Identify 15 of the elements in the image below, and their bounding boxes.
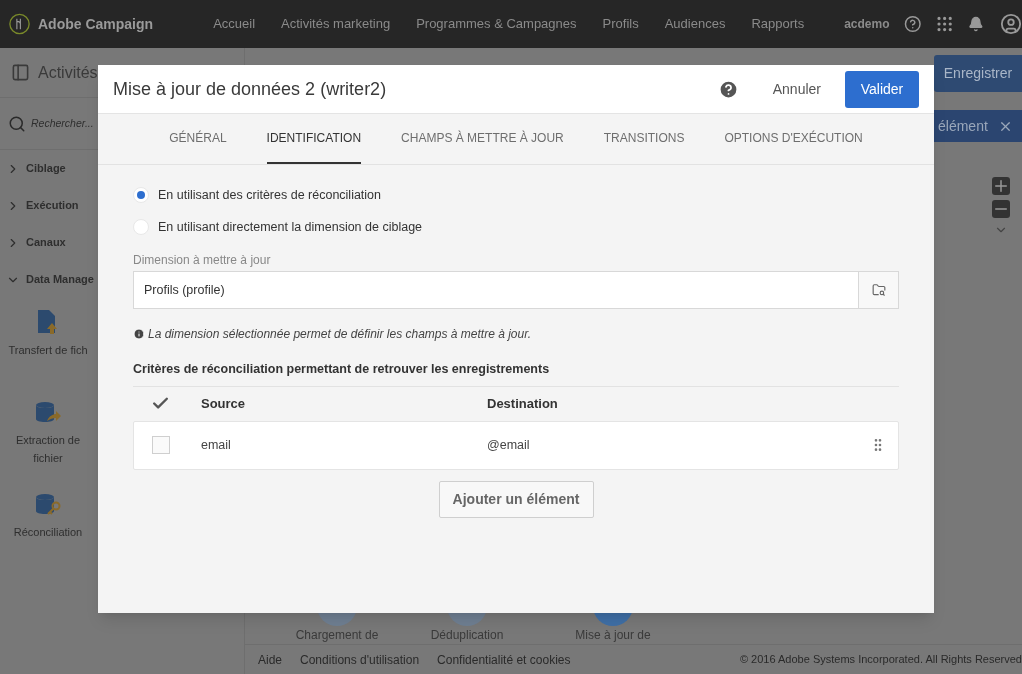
node-label: Chargement de	[295, 627, 379, 644]
table-cell-text: @email	[487, 436, 530, 454]
node-label: Déduplication	[430, 627, 504, 644]
column-header: Source	[201, 395, 247, 413]
column-header: Destination	[487, 395, 558, 413]
sidebar-title: Activités	[38, 62, 98, 83]
copyright-text: © 2016 Adobe Systems Incorporated. All Rights Reserved	[739, 652, 1022, 668]
node-label: Mise à jour de	[575, 627, 651, 644]
banner-text: élément	[938, 116, 988, 136]
info-text: La dimension sélectionnée permet de définir les champs à mettre à jour.	[148, 326, 532, 343]
section-title: Critères de réconciliation permettant de retrouver les enregistrements	[133, 361, 551, 378]
table-cell-text: email	[201, 436, 232, 454]
brand-name: Adobe Campaign	[38, 14, 154, 34]
dialog-title: Mise à jour de données 2 (writer2)	[113, 77, 387, 101]
field-label: Dimension à mettre à jour	[133, 252, 272, 269]
